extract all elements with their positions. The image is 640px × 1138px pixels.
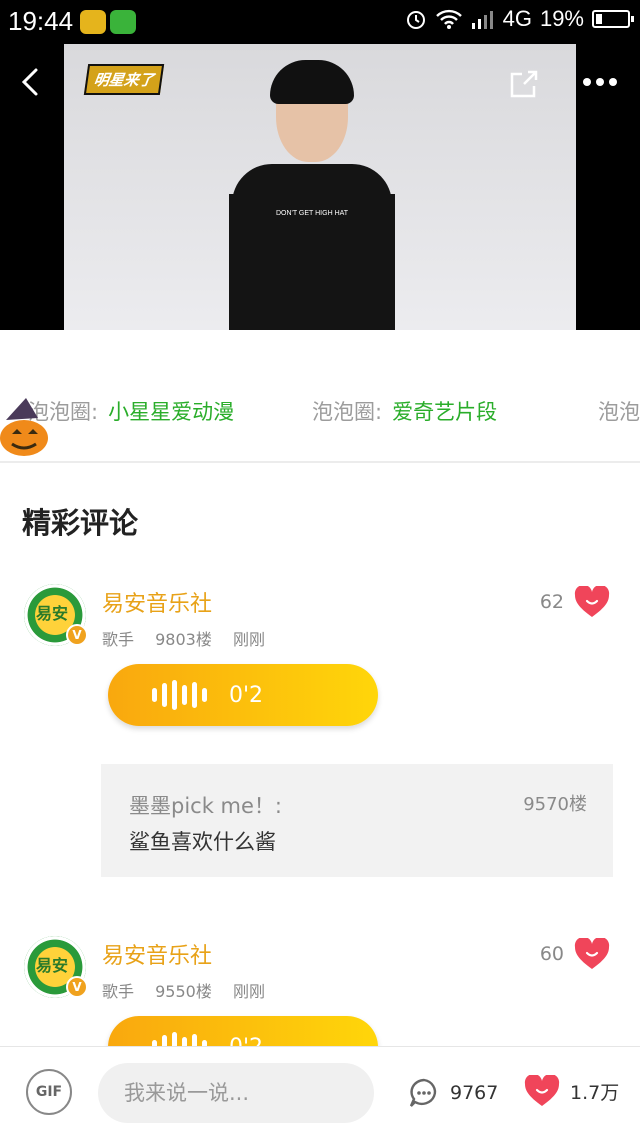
- divider: [0, 461, 640, 463]
- comment-like-button[interactable]: 62: [540, 586, 610, 618]
- comment-floor: 9550楼: [155, 982, 212, 1001]
- comment-meta: 歌手 9803楼 刚刚: [102, 626, 281, 650]
- voice-message-button[interactable]: 0'2: [108, 664, 378, 726]
- heart-icon: [574, 938, 610, 969]
- comment-like-count: 62: [539, 591, 564, 613]
- sound-wave-icon: [152, 680, 207, 710]
- comments-button[interactable]: 9767: [408, 1077, 498, 1109]
- comment-role: 歌手: [102, 982, 135, 1001]
- circle-label: 泡泡: [598, 400, 640, 424]
- like-button[interactable]: 1.7万: [524, 1075, 619, 1107]
- verified-icon: V: [66, 976, 88, 998]
- video-person-body: [232, 164, 392, 330]
- game-app-icon: [110, 10, 136, 34]
- section-title: 精彩评论: [22, 506, 139, 540]
- video-player[interactable]: DON'T GET HIGH HAT 明星来了: [0, 44, 640, 330]
- status-indicators: 4G 19%: [405, 6, 634, 32]
- shirt-text: DON'T GET HIGH HAT: [275, 210, 349, 217]
- reply-floor: 9570楼: [523, 794, 587, 815]
- comment-meta: 歌手 9550楼 刚刚: [102, 978, 281, 1002]
- battery-icon: [592, 10, 634, 28]
- network-type: 4G: [502, 6, 532, 31]
- like-total: 1.7万: [570, 1081, 620, 1104]
- more-dot-icon: [609, 78, 617, 86]
- avatar-text: 易安: [36, 956, 69, 975]
- comment-floor: 9803楼: [155, 630, 212, 649]
- show-logo: 明星来了: [83, 64, 165, 95]
- circle-name: 小星星爱动漫: [108, 400, 235, 424]
- reply-text: 鲨鱼喜欢什么酱: [129, 830, 276, 854]
- comment-input[interactable]: 我来说一说...: [98, 1063, 374, 1123]
- comment-time: 刚刚: [232, 630, 265, 649]
- gif-button[interactable]: GIF: [26, 1069, 72, 1115]
- comment-role: 歌手: [102, 630, 135, 649]
- comment-total: 9767: [450, 1082, 499, 1104]
- chevron-left-icon: [21, 68, 38, 96]
- heart-icon: [524, 1075, 560, 1106]
- signal-icon: [471, 11, 493, 29]
- share-button[interactable]: [504, 64, 544, 104]
- verified-icon: V: [66, 624, 88, 646]
- avatar-text: 易安: [36, 604, 69, 623]
- circle-item[interactable]: 泡泡圈: 爱奇艺片段: [312, 396, 497, 426]
- comment-bubble-icon: [409, 1078, 437, 1107]
- status-bar: 19:44 4G 19%: [0, 0, 640, 44]
- comment-username[interactable]: 易安音乐社: [102, 938, 212, 970]
- circle-item[interactable]: 泡泡: [598, 396, 640, 426]
- battery-percent: 19%: [539, 6, 584, 31]
- alarm-icon: [406, 11, 425, 29]
- bubble-circles-row: 泡泡圈: 小星星爱动漫 泡泡圈: 爱奇艺片段 泡泡: [0, 380, 640, 440]
- music-app-icon: [80, 10, 106, 34]
- circle-item[interactable]: 泡泡圈: 小星星爱动漫: [28, 396, 234, 426]
- heart-icon: [574, 586, 610, 617]
- bottom-bar: GIF 我来说一说... 9767 1.7万: [0, 1046, 640, 1138]
- more-dot-icon: [596, 78, 604, 86]
- comment-time: 刚刚: [232, 982, 265, 1001]
- wifi-icon: [435, 9, 462, 29]
- video-frame[interactable]: DON'T GET HIGH HAT 明星来了: [64, 44, 576, 330]
- pumpkin-icon: [0, 398, 48, 456]
- comment-like-count: 60: [539, 943, 564, 965]
- video-person-arm: [373, 194, 395, 330]
- share-icon: [510, 70, 538, 98]
- avatar[interactable]: 易安 V: [24, 936, 88, 998]
- more-dot-icon: [583, 78, 591, 86]
- circle-name: 爱奇艺片段: [392, 400, 498, 424]
- comment-like-button[interactable]: 60: [540, 938, 610, 970]
- circle-label: 泡泡圈:: [312, 400, 383, 424]
- reply-username: 墨墨pick me！:: [129, 794, 282, 818]
- comment-username[interactable]: 易安音乐社: [102, 586, 212, 618]
- video-person-hair: [270, 60, 354, 104]
- video-person-arm: [229, 194, 251, 330]
- more-button[interactable]: [576, 68, 624, 96]
- quoted-reply[interactable]: 墨墨pick me！: 9570楼 鲨鱼喜欢什么酱: [101, 764, 613, 877]
- voice-duration: 0'2: [229, 682, 264, 708]
- status-time: 19:44: [8, 6, 74, 36]
- back-button[interactable]: [14, 62, 50, 102]
- avatar[interactable]: 易安 V: [24, 584, 88, 646]
